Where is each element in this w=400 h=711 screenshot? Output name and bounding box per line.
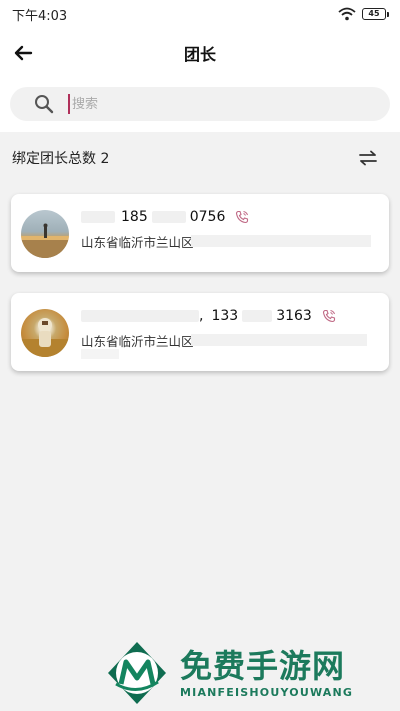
page-title: 团长 xyxy=(183,45,216,64)
nav-bar: 团长 xyxy=(0,28,400,78)
status-icons: 45 xyxy=(338,7,389,21)
leader-name-phone: 185 0756 xyxy=(81,207,249,227)
status-time: 下午4:03 xyxy=(12,8,68,24)
masked-name xyxy=(81,211,115,223)
masked-phone-middle xyxy=(151,211,186,223)
swap-button[interactable] xyxy=(356,146,380,170)
leader-address: 山东省临沂市兰山区 xyxy=(81,235,194,250)
masked-address-detail xyxy=(191,235,371,247)
battery-level: 45 xyxy=(368,9,380,18)
back-button[interactable] xyxy=(8,38,38,68)
phone-icon[interactable] xyxy=(322,309,336,323)
watermark-subtitle: MIANFEISHOUYOUWANG xyxy=(180,685,354,699)
arrow-left-icon xyxy=(13,45,33,61)
avatar xyxy=(21,309,69,357)
search-input[interactable] xyxy=(68,94,348,114)
search-box[interactable] xyxy=(10,87,390,121)
phone-prefix: 185 xyxy=(121,209,148,225)
name-separator: , xyxy=(199,308,204,324)
search-icon xyxy=(34,94,54,114)
watermark: 免费手游网 MIANFEISHOUYOUWANG xyxy=(104,640,394,706)
search-section xyxy=(0,78,400,132)
status-bar: 下午4:03 45 xyxy=(0,0,400,28)
masked-phone-middle xyxy=(242,310,273,322)
leader-card[interactable]: 185 0756 山东省临沂市兰山区 xyxy=(11,194,389,272)
avatar xyxy=(21,210,69,258)
phone-suffix: 3163 xyxy=(276,308,312,324)
masked-address-detail xyxy=(191,334,367,346)
swap-arrows-icon xyxy=(358,150,378,166)
watermark-text: 免费手游网 MIANFEISHOUYOUWANG xyxy=(180,648,353,699)
watermark-title: 免费手游网 xyxy=(180,646,346,685)
phone-suffix: 0756 xyxy=(189,209,226,225)
leader-name-phone: , 133 3163 xyxy=(81,306,336,326)
phone-prefix: 133 xyxy=(211,308,239,324)
bound-count-label: 绑定团长总数 2 xyxy=(12,151,110,167)
phone-icon[interactable] xyxy=(235,210,249,224)
wifi-icon xyxy=(338,7,356,21)
leader-address: 山东省临沂市兰山区 xyxy=(81,334,194,349)
leader-card[interactable]: , 133 3163 山东省临沂市兰山区 xyxy=(11,293,389,371)
battery-icon: 45 xyxy=(362,8,389,20)
masked-name xyxy=(81,310,199,322)
watermark-logo-icon xyxy=(104,640,170,706)
masked-address-detail-2 xyxy=(81,349,119,359)
summary-row: 绑定团长总数 2 xyxy=(0,140,400,176)
